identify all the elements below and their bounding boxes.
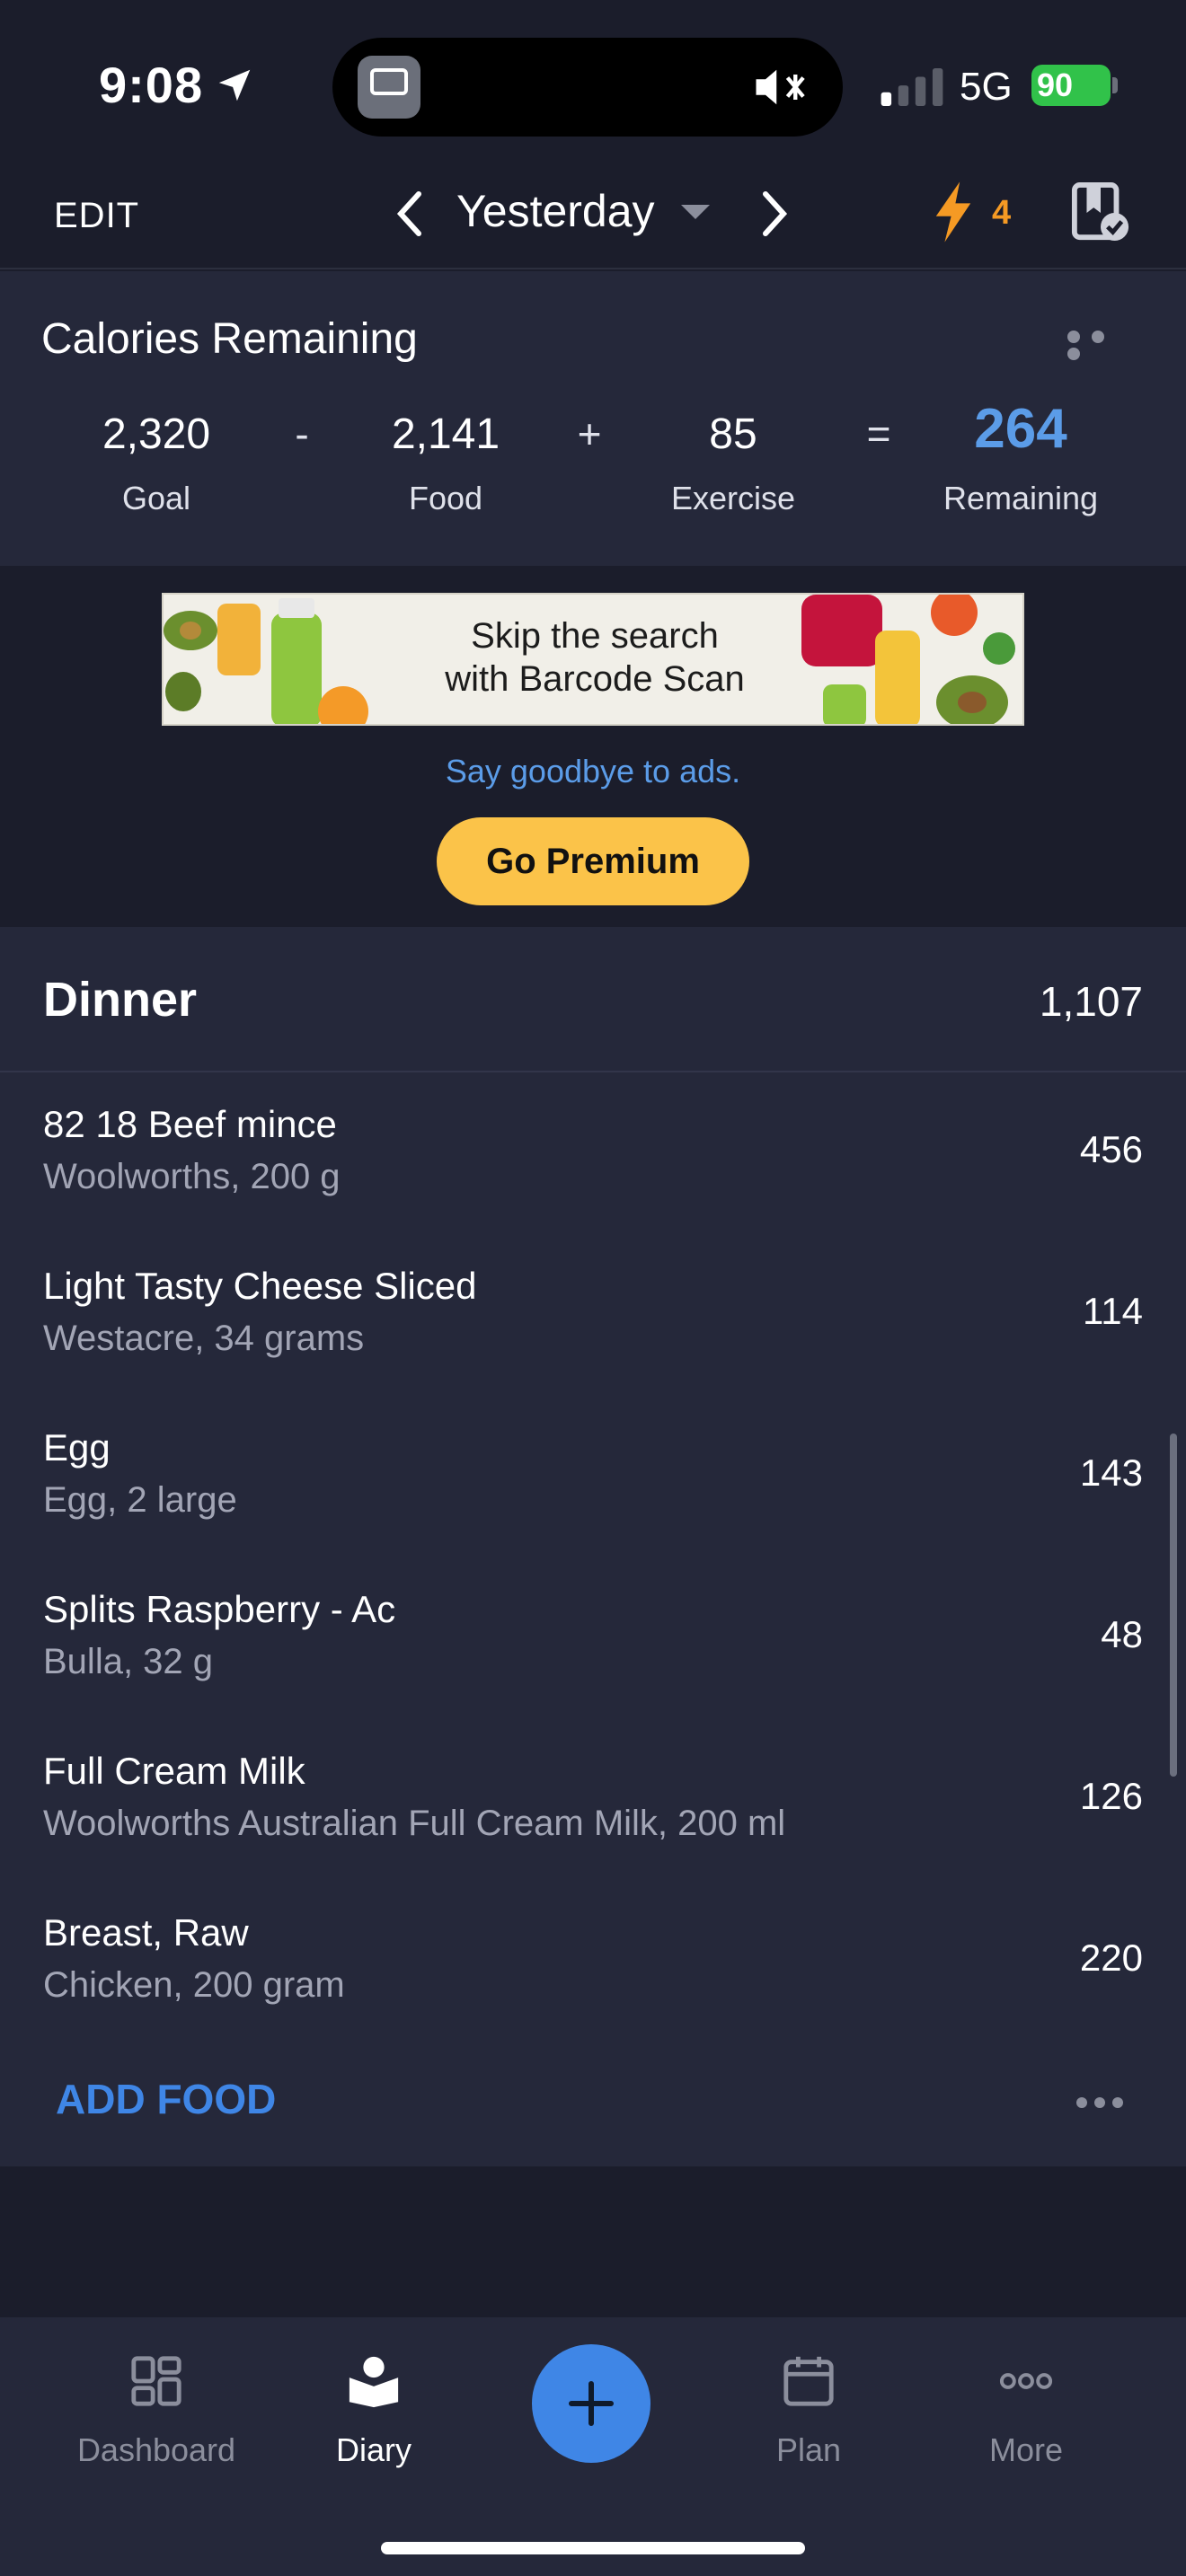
- dynamic-island: [332, 38, 843, 137]
- calories-title: Calories Remaining: [41, 315, 418, 363]
- mute-icon: [756, 69, 805, 105]
- caret-down-icon[interactable]: [681, 205, 710, 219]
- food-name: Full Cream Milk: [43, 1750, 305, 1792]
- scrollbar[interactable]: [1170, 1434, 1177, 1777]
- goal-label: Goal: [121, 480, 191, 516]
- food-value: 2,141: [391, 410, 500, 458]
- more-options-icon[interactable]: [1067, 331, 1139, 360]
- food-name: 82 18 Beef mince: [43, 1103, 337, 1145]
- minus-sign: -: [295, 410, 309, 457]
- plus-sign: +: [577, 410, 602, 457]
- food-calories: 48: [1101, 1613, 1143, 1655]
- food-calories: 126: [1079, 1775, 1143, 1817]
- tab-dashboard[interactable]: Dashboard: [49, 2353, 264, 2469]
- add-button[interactable]: [532, 2344, 651, 2463]
- ad-line-1: Skip the search: [471, 616, 719, 656]
- home-indicator[interactable]: [381, 2542, 805, 2554]
- battery-level: 90: [1037, 66, 1074, 103]
- ad-banner[interactable]: Skip the search with Barcode Scan: [162, 593, 1024, 726]
- date-selector[interactable]: Yesterday: [456, 185, 655, 237]
- dinner-header[interactable]: Dinner 1,107: [0, 927, 1186, 1072]
- bolt-icon[interactable]: [931, 180, 976, 244]
- tab-diary[interactable]: Diary: [266, 2353, 482, 2469]
- diary-complete-icon[interactable]: [1071, 181, 1130, 244]
- ad-line-2: with Barcode Scan: [445, 659, 745, 699]
- battery-icon: 90: [1031, 65, 1111, 106]
- food-row[interactable]: Splits Raspberry - Ac Bulla, 32 g 48: [0, 1557, 1186, 1719]
- equals-sign: =: [866, 410, 891, 457]
- food-row[interactable]: Breast, Raw Chicken, 200 gram 220: [0, 1881, 1186, 2042]
- food-desc: Woolworths, 200 g: [43, 1157, 341, 1196]
- calories-card: Calories Remaining 2,320 Goal - 2,141 Fo…: [0, 271, 1186, 566]
- more-options-icon[interactable]: [1076, 2096, 1130, 2109]
- diary-icon: [349, 2356, 399, 2408]
- dinner-section: Dinner 1,107 82 18 Beef mince Woolworths…: [0, 927, 1186, 2166]
- dashboard-icon: [131, 2356, 181, 2406]
- food-calories: 220: [1079, 1936, 1143, 1979]
- signal-icon: [881, 68, 943, 106]
- food-row[interactable]: Egg Egg, 2 large 143: [0, 1396, 1186, 1557]
- remaining-label: Remaining: [943, 480, 1099, 516]
- remaining-value: 264: [974, 398, 1067, 460]
- plan-icon: [783, 2356, 834, 2406]
- exercise-value: 85: [709, 410, 757, 458]
- status-time: 9:08: [99, 57, 204, 113]
- food-desc: Egg, 2 large: [43, 1480, 237, 1520]
- tab-label: More: [988, 2431, 1064, 2468]
- add-food-button[interactable]: ADD FOOD: [56, 2075, 276, 2123]
- tab-label: Diary: [335, 2431, 412, 2468]
- go-premium-button[interactable]: Go Premium: [437, 817, 749, 905]
- status-bar: 9:08 5G 90: [0, 0, 1186, 162]
- top-nav: EDIT Yesterday 4: [0, 162, 1186, 269]
- tab-more[interactable]: More: [918, 2353, 1134, 2469]
- edit-button[interactable]: EDIT: [54, 196, 139, 236]
- remove-ads-link[interactable]: Say goodbye to ads.: [0, 753, 1186, 790]
- food-desc: Woolworths Australian Full Cream Milk, 2…: [43, 1804, 786, 1843]
- food-row[interactable]: Light Tasty Cheese Sliced Westacre, 34 g…: [0, 1234, 1186, 1396]
- food-name: Light Tasty Cheese Sliced: [43, 1265, 477, 1307]
- chevron-right-icon[interactable]: [757, 189, 792, 239]
- food-name: Splits Raspberry - Ac: [43, 1588, 396, 1630]
- ad-text: Skip the search with Barcode Scan: [164, 614, 1022, 701]
- plus-icon: [569, 2381, 614, 2426]
- food-row[interactable]: Full Cream Milk Woolworths Australian Fu…: [0, 1719, 1186, 1881]
- chevron-left-icon[interactable]: [392, 189, 428, 239]
- food-name: Breast, Raw: [43, 1911, 249, 1954]
- tab-label: Dashboard: [76, 2431, 236, 2468]
- food-name: Egg: [43, 1426, 111, 1469]
- food-calories: 143: [1079, 1451, 1143, 1494]
- tab-plan[interactable]: Plan: [701, 2353, 916, 2469]
- location-arrow-icon: [218, 69, 251, 101]
- streak-count[interactable]: 4: [992, 194, 1011, 233]
- food-row[interactable]: 82 18 Beef mince Woolworths, 200 g 456: [0, 1072, 1186, 1234]
- goal-value: 2,320: [102, 410, 211, 458]
- network-type: 5G: [960, 65, 1013, 109]
- food-desc: Westacre, 34 grams: [43, 1319, 365, 1358]
- more-icon: [999, 2373, 1053, 2389]
- food-calories: 456: [1079, 1128, 1143, 1170]
- battery-tip: [1112, 77, 1118, 93]
- food-desc: Chicken, 200 gram: [43, 1965, 345, 2005]
- app-icon: [358, 56, 420, 119]
- food-label: Food: [408, 480, 483, 516]
- exercise-label: Exercise: [670, 480, 796, 516]
- dinner-total: 1,107: [1039, 978, 1143, 1025]
- food-calories: 114: [1083, 1290, 1143, 1332]
- tab-label: Plan: [775, 2431, 842, 2468]
- food-desc: Bulla, 32 g: [43, 1642, 214, 1681]
- dinner-title: Dinner: [43, 973, 198, 1027]
- bottom-tab-bar: Dashboard Diary Plan More: [0, 2317, 1186, 2576]
- ad-area: Skip the search with Barcode Scan Say go…: [0, 566, 1186, 927]
